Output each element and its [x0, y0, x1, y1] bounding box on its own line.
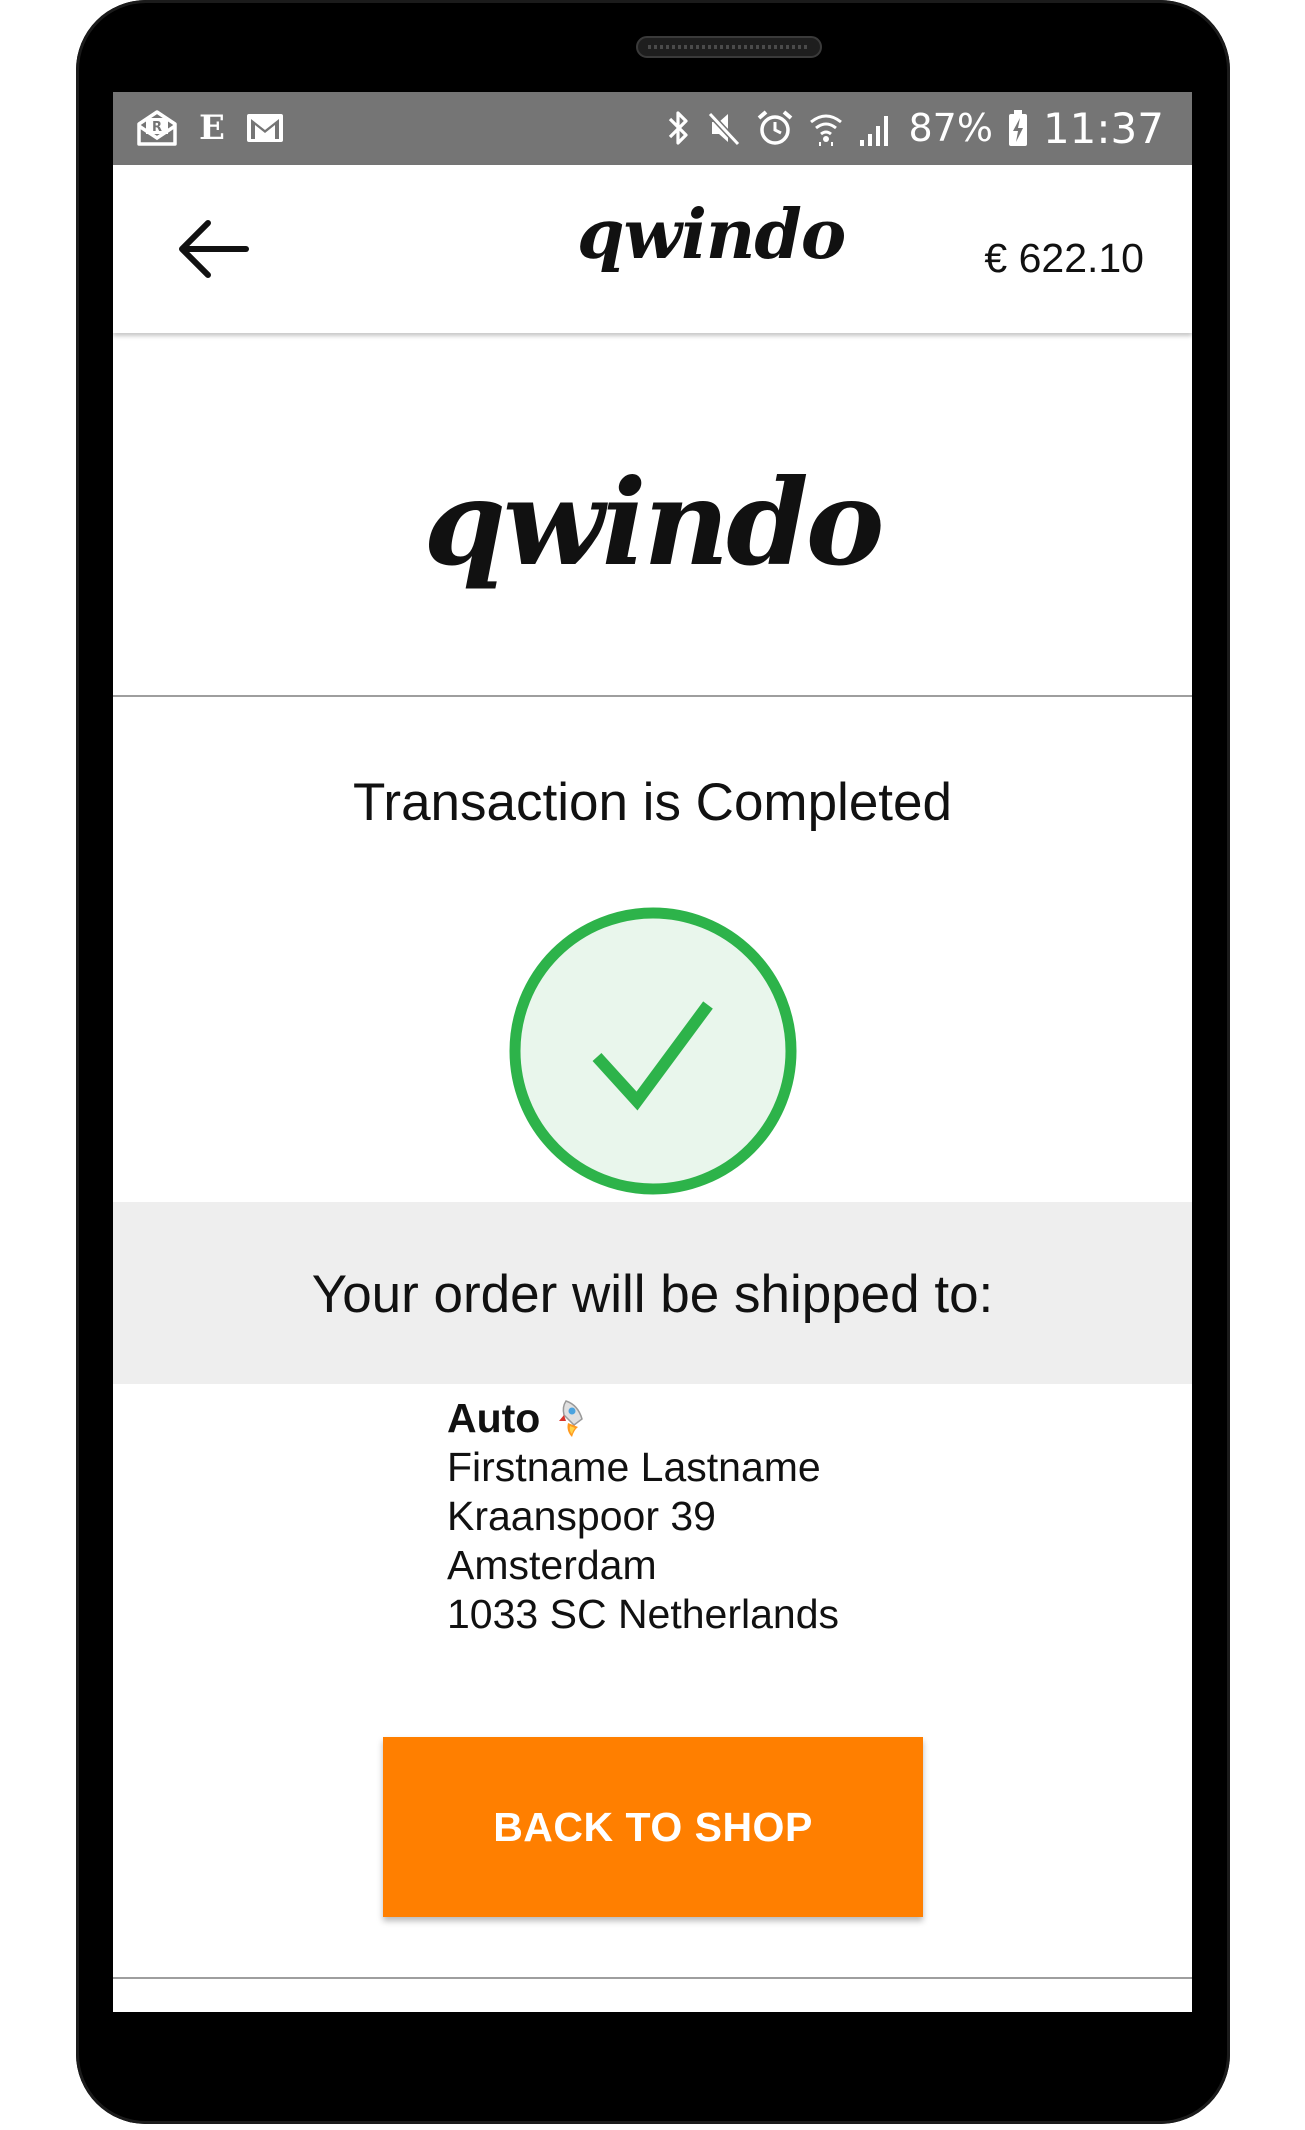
brand-logo: qwindo: [423, 453, 885, 592]
app-bar: qwindo € 622.10: [113, 165, 1192, 333]
e-letter-icon: E: [199, 108, 225, 148]
clock: 11:37: [1042, 103, 1164, 153]
mail-open-icon: R: [135, 108, 179, 148]
svg-text:R: R: [152, 120, 162, 135]
shipping-heading: Your order will be shipped to:: [311, 1265, 994, 1324]
back-button[interactable]: [173, 211, 253, 291]
alarm-icon: [756, 108, 794, 148]
battery-percentage: 87%: [908, 106, 993, 150]
mute-icon: [706, 108, 742, 148]
arrow-left-icon: [176, 217, 250, 286]
shipping-banner: Your order will be shipped to:: [113, 1202, 1192, 1384]
bluetooth-icon: [666, 108, 692, 148]
back-to-shop-button[interactable]: BACK TO SHOP: [383, 1737, 923, 1917]
divider: [113, 1977, 1192, 1979]
signal-icon: [858, 108, 894, 148]
transaction-status: Transaction is Completed: [353, 773, 952, 832]
notification-icons: R E: [135, 106, 285, 150]
postal-country: 1033 SC Netherlands: [447, 1591, 840, 1637]
status-bar: R E 87% 11:37: [113, 92, 1192, 165]
earpiece-speaker: [636, 36, 822, 58]
wifi-icon: [808, 108, 844, 148]
shipping-method-label: Auto: [447, 1395, 541, 1441]
brand-section: qwindo: [113, 333, 1192, 697]
system-icons: 87% 11:37: [666, 102, 1164, 154]
street-address: Kraanspoor 39: [447, 1493, 716, 1539]
rocket-icon: [556, 1397, 590, 1441]
header-logo: qwindo: [577, 195, 846, 275]
recipient-name: Firstname Lastname: [447, 1444, 821, 1490]
phone-screen: R E 87% 11:37 qwindo € 622.10 qwindo Tra…: [113, 92, 1192, 2012]
shipping-address: Auto Firstname Lastname Kraanspoor 39 Am…: [447, 1394, 839, 1639]
check-circle-icon: [509, 907, 797, 1195]
battery-charging-icon: [1007, 108, 1029, 148]
cart-total[interactable]: € 622.10: [984, 235, 1144, 282]
gmail-icon: [245, 112, 285, 144]
shipping-method: Auto: [447, 1394, 839, 1443]
city: Amsterdam: [447, 1542, 657, 1588]
